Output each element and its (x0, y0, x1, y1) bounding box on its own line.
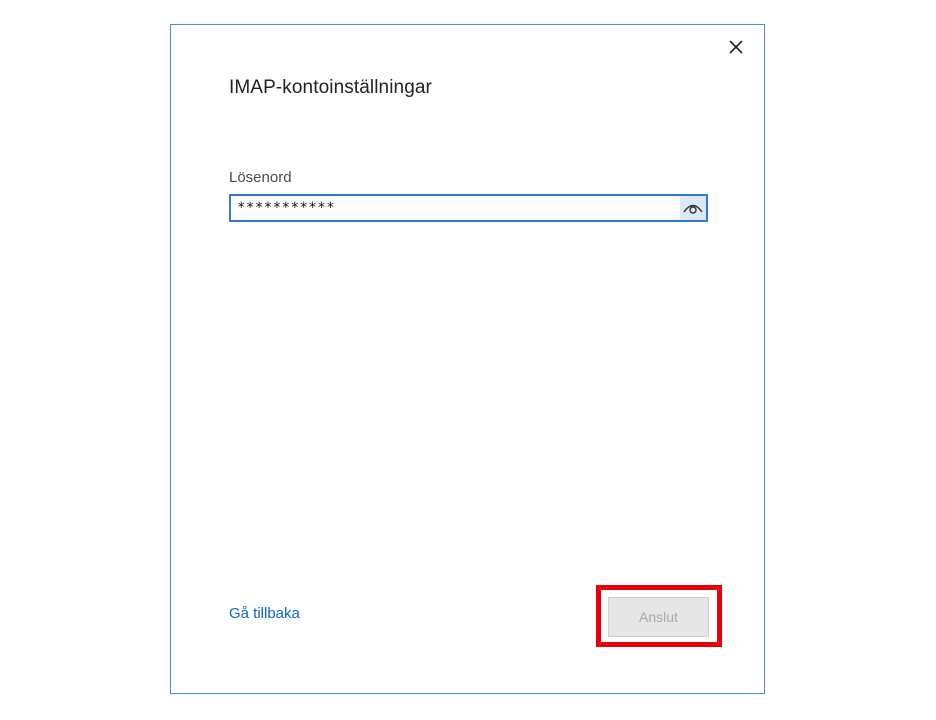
password-field[interactable]: *********** (229, 194, 708, 222)
go-back-link[interactable]: Gå tillbaka (229, 605, 300, 622)
dialog-title: IMAP-kontoinställningar (229, 77, 432, 98)
close-icon (729, 40, 743, 54)
imap-settings-dialog: IMAP-kontoinställningar Lösenord *******… (170, 24, 765, 694)
connect-button[interactable]: Anslut (608, 597, 709, 637)
password-input[interactable]: *********** (231, 196, 680, 220)
password-label: Lösenord (229, 169, 292, 186)
eye-icon (683, 204, 703, 214)
close-button[interactable] (722, 33, 750, 61)
reveal-password-button[interactable] (680, 196, 706, 220)
